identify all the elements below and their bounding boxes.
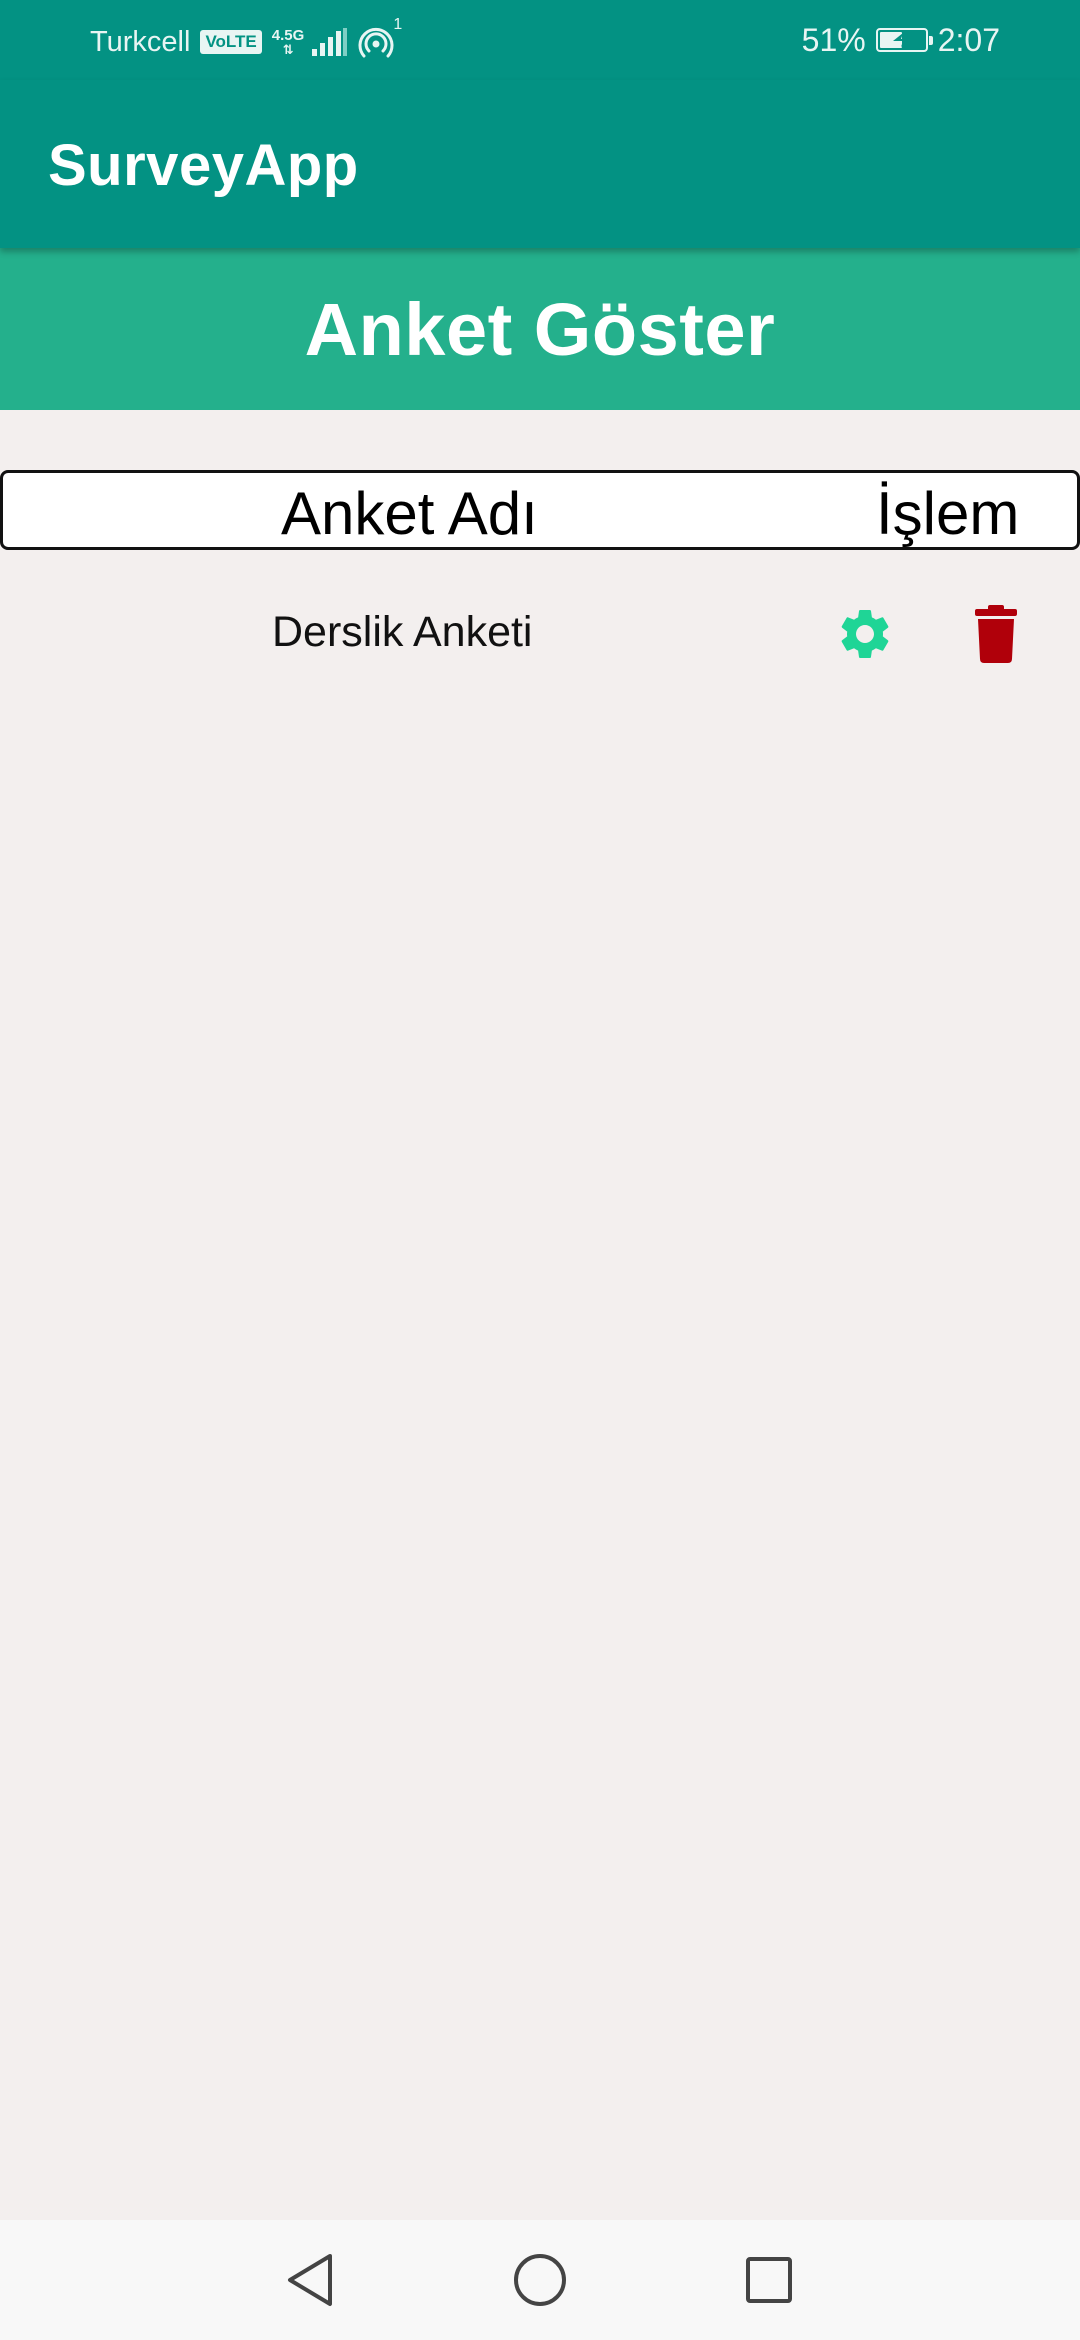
signal-icon (310, 27, 348, 57)
back-icon (288, 2254, 332, 2306)
table-header: Anket Adı İşlem (0, 470, 1080, 550)
survey-name[interactable]: Derslik Anketi (272, 608, 532, 657)
app-title: SurveyApp (48, 133, 359, 198)
column-header-action: İşlem (876, 480, 1020, 547)
sim-slot-label: 1 (393, 16, 403, 33)
page-header: Anket Göster (0, 248, 1080, 410)
hotspot-icon: 1 (358, 16, 402, 60)
column-header-survey-name: Anket Adı (281, 480, 538, 547)
navigation-bar (0, 2220, 1080, 2340)
home-button[interactable] (480, 2220, 600, 2340)
data-arrows-icon: ⇅ (282, 42, 294, 57)
volte-badge: VoLTE (200, 30, 262, 54)
recents-button[interactable] (709, 2220, 829, 2340)
back-button[interactable] (250, 2220, 370, 2340)
recents-icon (746, 2257, 792, 2303)
status-bar: Turkcell VoLTE 4.5G ⇅ 1 51% 2:07 (0, 0, 1080, 80)
status-left: Turkcell VoLTE 4.5G ⇅ 1 (90, 16, 402, 62)
settings-button[interactable] (833, 602, 897, 666)
carrier-name: Turkcell (90, 25, 191, 58)
battery-icon (875, 28, 933, 52)
gear-icon (841, 610, 889, 658)
trash-icon (975, 605, 1017, 663)
status-right: 51% 2:07 (802, 20, 1000, 60)
delete-button[interactable] (971, 600, 1021, 668)
screen: Turkcell VoLTE 4.5G ⇅ 1 51% 2:07 SurveyA… (0, 0, 1080, 2340)
app-bar: SurveyApp (0, 80, 1080, 248)
page-title: Anket Göster (304, 287, 776, 371)
table-row[interactable]: Derslik Anketi (0, 590, 1080, 680)
clock: 2:07 (937, 21, 1000, 58)
network-type-label: 4.5G (271, 27, 305, 44)
charging-bolt-icon (892, 33, 911, 47)
network-type: 4.5G ⇅ (272, 28, 305, 56)
home-icon (514, 2254, 566, 2306)
battery-percent: 51% (801, 21, 866, 58)
